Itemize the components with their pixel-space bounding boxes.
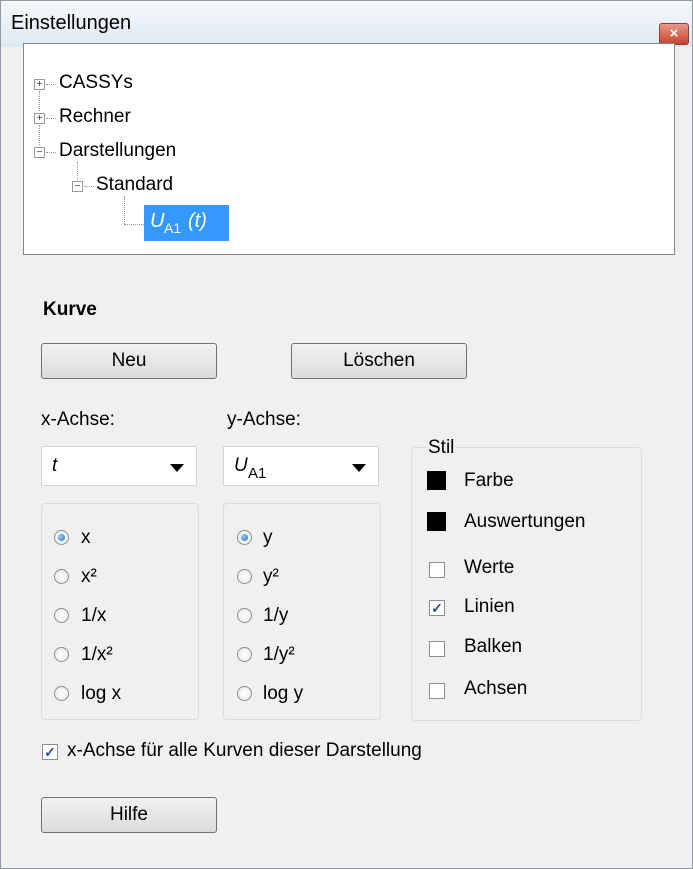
x-option-label: 1/x bbox=[81, 605, 107, 626]
settings-window: Einstellungen × + CASSYs + Rechner − Dar… bbox=[0, 0, 693, 869]
evaluation-color-swatch[interactable] bbox=[427, 512, 446, 531]
lines-checkbox[interactable]: ✓ bbox=[429, 600, 445, 616]
tree-item-darstellungen[interactable]: Darstellungen bbox=[59, 140, 176, 162]
tree-line bbox=[39, 91, 40, 111]
y-option-label: log y bbox=[263, 683, 304, 704]
bars-label: Balken bbox=[464, 636, 523, 657]
collapse-icon[interactable]: − bbox=[72, 181, 83, 192]
chevron-down-icon bbox=[170, 464, 184, 472]
axes-label: Achsen bbox=[464, 678, 528, 699]
tree-line bbox=[39, 125, 40, 145]
x-radio-square[interactable] bbox=[54, 569, 69, 584]
color-swatch[interactable] bbox=[427, 471, 446, 490]
tree-line bbox=[46, 152, 56, 153]
curve-argument: (t) bbox=[188, 210, 207, 232]
curve-symbol: U bbox=[150, 210, 165, 232]
curve-section-title: Kurve bbox=[43, 299, 97, 320]
expand-icon[interactable]: + bbox=[34, 79, 45, 90]
chevron-down-icon bbox=[352, 464, 366, 472]
tree-item-cassys[interactable]: CASSYs bbox=[59, 72, 133, 94]
y-axis-value-symbol: U bbox=[234, 455, 248, 476]
tree-item-rechner[interactable]: Rechner bbox=[59, 106, 131, 128]
style-group-title: Stil bbox=[426, 437, 457, 459]
y-radio-reciprocal[interactable] bbox=[237, 608, 252, 623]
x-option-label: x bbox=[81, 527, 91, 548]
tree-item-curve-selected[interactable]: U A1 (t) bbox=[144, 205, 229, 241]
x-radio-log[interactable] bbox=[54, 686, 69, 701]
y-radio-reciprocal-square[interactable] bbox=[237, 647, 252, 662]
x-radio-reciprocal[interactable] bbox=[54, 608, 69, 623]
y-radio-square[interactable] bbox=[237, 569, 252, 584]
title-bar: Einstellungen × bbox=[1, 1, 692, 47]
values-checkbox[interactable] bbox=[429, 562, 445, 578]
y-radio-linear[interactable] bbox=[237, 530, 252, 545]
window-title: Einstellungen bbox=[11, 12, 132, 34]
lines-label: Linien bbox=[464, 596, 515, 617]
x-option-label: x² bbox=[81, 566, 97, 587]
color-label: Farbe bbox=[464, 470, 514, 491]
close-icon[interactable]: × bbox=[659, 23, 689, 45]
y-axis-value-subscript: A1 bbox=[248, 465, 267, 482]
tree-line bbox=[84, 186, 94, 187]
help-button[interactable]: Hilfe bbox=[41, 797, 217, 833]
x-radio-reciprocal-square[interactable] bbox=[54, 647, 69, 662]
shared-x-axis-label: x-Achse für alle Kurven dieser Darstellu… bbox=[67, 740, 422, 761]
y-option-label: y bbox=[263, 527, 273, 548]
tree-line bbox=[46, 118, 56, 119]
tree-line bbox=[124, 224, 144, 225]
delete-curve-button[interactable]: Löschen bbox=[291, 343, 467, 379]
bars-checkbox[interactable] bbox=[429, 641, 445, 657]
x-option-label: log x bbox=[81, 683, 122, 704]
curve-subscript: A1 bbox=[164, 220, 182, 236]
y-option-label: y² bbox=[263, 566, 279, 587]
y-option-label: 1/y bbox=[263, 605, 289, 626]
axes-checkbox[interactable] bbox=[429, 683, 445, 699]
evaluation-label: Auswertungen bbox=[464, 511, 586, 532]
expand-icon[interactable]: + bbox=[34, 113, 45, 124]
new-curve-button[interactable]: Neu bbox=[41, 343, 217, 379]
settings-tree[interactable]: + CASSYs + Rechner − Darstellungen − Sta… bbox=[23, 43, 675, 255]
collapse-icon[interactable]: − bbox=[34, 147, 45, 158]
tree-line bbox=[46, 84, 56, 85]
x-axis-value: t bbox=[52, 455, 58, 476]
x-axis-select[interactable]: t bbox=[41, 446, 197, 486]
tree-line bbox=[77, 162, 78, 180]
x-option-label: 1/x² bbox=[81, 644, 113, 665]
y-axis-label: y-Achse: bbox=[227, 409, 301, 430]
tree-line bbox=[124, 196, 125, 224]
y-option-label: 1/y² bbox=[263, 644, 295, 665]
tree-item-standard[interactable]: Standard bbox=[96, 174, 173, 196]
values-label: Werte bbox=[464, 557, 515, 578]
y-axis-select[interactable]: U A1 bbox=[223, 446, 379, 486]
x-axis-label: x-Achse: bbox=[41, 409, 115, 430]
x-radio-linear[interactable] bbox=[54, 530, 69, 545]
y-radio-log[interactable] bbox=[237, 686, 252, 701]
shared-x-axis-checkbox[interactable]: ✓ bbox=[42, 744, 58, 760]
